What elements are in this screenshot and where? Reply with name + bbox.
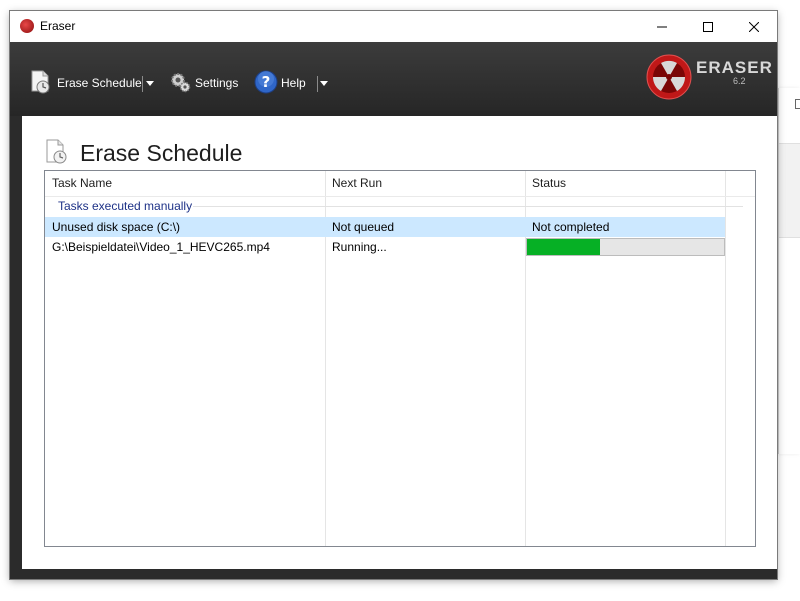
maximize-icon bbox=[703, 21, 713, 32]
task-name-cell: Unused disk space (C:\) bbox=[52, 220, 181, 234]
title-bar[interactable]: Eraser bbox=[10, 11, 777, 42]
close-button[interactable] bbox=[731, 11, 777, 42]
minimize-button[interactable] bbox=[639, 11, 685, 42]
schedule-document-icon bbox=[44, 138, 70, 171]
window-title: Eraser bbox=[40, 19, 76, 33]
dropdown-arrow-icon bbox=[320, 81, 328, 86]
erase-schedule-button[interactable]: Erase Schedule bbox=[28, 68, 142, 98]
table-row[interactable]: Unused disk space (C:\) Not queued Not c… bbox=[45, 217, 725, 237]
group-divider bbox=[193, 206, 743, 207]
column-header-next-run[interactable]: Next Run bbox=[325, 171, 525, 196]
background-window bbox=[778, 88, 800, 454]
column-header-status[interactable]: Status bbox=[525, 171, 725, 196]
header-divider bbox=[45, 196, 755, 197]
progress-fill bbox=[527, 239, 600, 255]
toolbar-separator bbox=[142, 76, 143, 92]
minimize-icon bbox=[657, 26, 667, 27]
schedule-document-icon bbox=[28, 69, 54, 98]
help-icon: ? bbox=[254, 70, 278, 97]
logo-version: 6.2 bbox=[733, 76, 746, 86]
eraser-logo: ERASER 6.2 bbox=[646, 54, 772, 104]
task-name-cell: G:\Beispieldatei\Video_1_HEVC265.mp4 bbox=[52, 240, 270, 254]
column-divider bbox=[725, 171, 726, 546]
next-run-cell: Running... bbox=[332, 240, 387, 254]
next-run-cell: Not queued bbox=[332, 220, 395, 234]
page-title: Erase Schedule bbox=[80, 140, 243, 166]
help-label: Help bbox=[281, 76, 306, 90]
column-header-task-name[interactable]: Task Name bbox=[45, 171, 325, 196]
task-list[interactable]: Task Name Next Run Status Tasks executed… bbox=[44, 170, 756, 547]
maximize-button[interactable] bbox=[685, 11, 731, 42]
toolbar-separator bbox=[317, 76, 318, 92]
dropdown-arrow-icon bbox=[146, 81, 154, 86]
help-dropdown[interactable] bbox=[320, 76, 328, 92]
help-button[interactable]: ? Help bbox=[254, 68, 306, 98]
erase-schedule-dropdown[interactable] bbox=[146, 76, 154, 92]
group-header[interactable]: Tasks executed manually bbox=[58, 199, 192, 213]
background-checkbox bbox=[795, 99, 800, 109]
eraser-window: Eraser Erase Schedule Settings ? Help ER… bbox=[10, 11, 777, 579]
settings-button[interactable]: Settings bbox=[168, 68, 238, 98]
radiation-logo-icon bbox=[646, 54, 692, 100]
background-panel bbox=[779, 143, 800, 238]
gear-icon bbox=[168, 70, 192, 97]
settings-label: Settings bbox=[195, 76, 239, 90]
content-panel: Erase Schedule Task Name Next Run Status… bbox=[22, 116, 777, 569]
svg-text:?: ? bbox=[262, 73, 271, 91]
logo-name: ERASER bbox=[696, 58, 773, 77]
eraser-app-icon bbox=[20, 19, 34, 33]
status-progress-bar bbox=[526, 238, 725, 256]
toolbar: Erase Schedule Settings ? Help ERASER 6.… bbox=[10, 42, 777, 116]
status-cell: Not completed bbox=[532, 220, 610, 234]
close-icon bbox=[749, 21, 759, 32]
erase-schedule-label: Erase Schedule bbox=[57, 76, 142, 90]
table-row[interactable]: G:\Beispieldatei\Video_1_HEVC265.mp4 Run… bbox=[45, 237, 725, 257]
